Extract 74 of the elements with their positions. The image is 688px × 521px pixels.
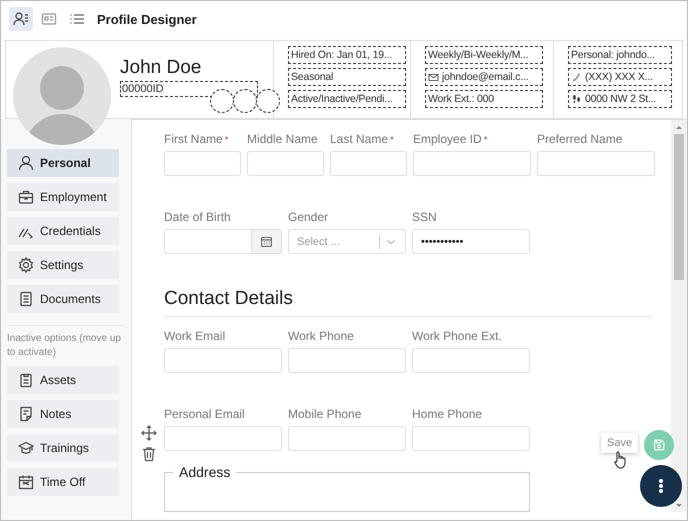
id-card-icon — [41, 11, 57, 27]
field-label: Personal Email — [164, 407, 246, 421]
move-icon — [141, 425, 157, 441]
sidebar-item[interactable]: Employment — [7, 183, 119, 211]
phone-icon — [571, 72, 582, 82]
field-label: Employee ID * — [413, 132, 489, 146]
text-field[interactable] — [412, 426, 530, 451]
section-heading: Contact Details — [164, 288, 652, 317]
window-title: Profile Designer — [97, 12, 197, 26]
graduation-cap-icon — [18, 440, 34, 456]
employee-name: John Doe — [120, 57, 202, 79]
person-icon — [18, 155, 34, 171]
sidebar-item[interactable]: Notes — [7, 400, 119, 428]
info-field: Weekly/Bi-Weekly/M... — [425, 46, 543, 64]
sidebar-item[interactable]: Assets — [7, 366, 119, 394]
info-field: Work Ext.: 000 — [425, 90, 543, 108]
sidebar-item[interactable]: Time Off — [7, 468, 119, 496]
text-field[interactable] — [247, 151, 324, 176]
gear-icon — [18, 257, 34, 273]
field-label: Work Phone — [288, 329, 355, 343]
field-label: Mobile Phone — [288, 407, 362, 421]
field-label: Home Phone — [412, 407, 484, 421]
sidebar-item[interactable]: Credentials — [7, 217, 119, 245]
trash-icon — [141, 446, 157, 462]
field-label: Work Phone Ext. — [412, 329, 503, 343]
calendar-grid-icon — [260, 235, 273, 248]
sidebar-item[interactable]: Documents — [7, 285, 119, 313]
text-field[interactable] — [330, 151, 407, 176]
view-toggle[interactable] — [9, 7, 33, 31]
date-field[interactable] — [164, 229, 252, 254]
field-label: Work Email — [164, 329, 226, 343]
text-field[interactable] — [164, 426, 282, 451]
info-field: Hired On: Jan 01, 19... — [288, 46, 406, 64]
sidebar-item[interactable]: Settings — [7, 251, 119, 279]
clipboard-icon — [18, 372, 34, 388]
info-field: Seasonal — [288, 68, 406, 86]
group-legend: Address — [173, 464, 236, 480]
document-icon — [18, 291, 34, 307]
text-field[interactable] — [412, 348, 530, 373]
info-field: (XXX) XXX X... — [568, 68, 672, 86]
sidebar-item[interactable]: Trainings — [7, 434, 119, 462]
note-icon — [18, 406, 34, 422]
field-label: Middle Name — [247, 132, 319, 146]
briefcase-icon — [18, 189, 34, 205]
people-list-icon — [13, 11, 29, 27]
info-field: johndoe@email.c... — [425, 68, 543, 86]
field-label: First Name * — [164, 132, 230, 146]
scrollbar[interactable] — [671, 120, 687, 512]
text-field[interactable] — [288, 426, 406, 451]
badge-placeholder — [256, 89, 280, 113]
field-label: Last Name * — [330, 132, 395, 146]
field-label: Date of Birth — [164, 210, 232, 224]
info-field: 0000 NW 2 St... — [568, 90, 672, 108]
hand-cursor-icon — [613, 451, 627, 469]
sidebar-item[interactable]: Personal — [7, 149, 119, 177]
calendar-button[interactable] — [252, 229, 282, 254]
text-field[interactable] — [164, 151, 241, 176]
text-field[interactable] — [288, 348, 406, 373]
save-tooltip: Save — [601, 433, 638, 453]
ssn-field[interactable]: ••••••••••• — [412, 229, 530, 254]
footprints-icon — [571, 94, 582, 104]
field-label: Preferred Name — [537, 132, 624, 146]
text-field[interactable] — [164, 348, 282, 373]
field-label: Gender — [288, 210, 330, 224]
inactive-note: Inactive options (move up to activate) — [7, 325, 125, 360]
calendar-icon — [18, 474, 34, 490]
info-field: Personal: johndo... — [568, 46, 672, 64]
badge-placeholder — [210, 89, 234, 113]
info-field: Active/Inactive/Pendi... — [288, 90, 406, 108]
text-field[interactable] — [537, 151, 655, 176]
envelope-icon — [428, 72, 439, 82]
field-label: SSN — [412, 210, 438, 224]
text-field[interactable] — [413, 151, 531, 176]
badge-placeholder — [233, 89, 257, 113]
